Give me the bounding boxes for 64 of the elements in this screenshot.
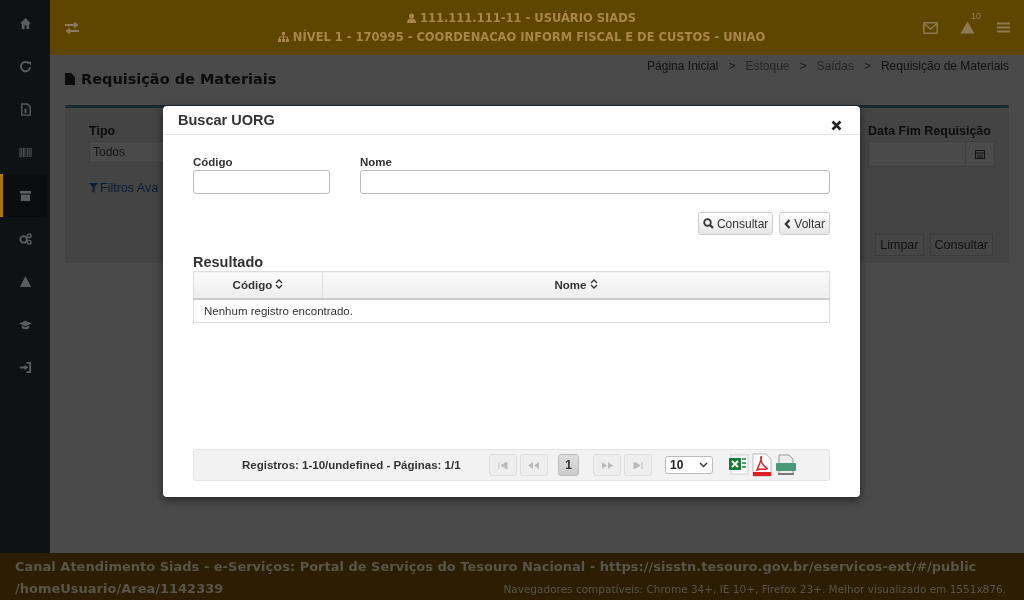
archive-icon [18,189,32,202]
gears-icon [18,232,32,245]
warning-icon [18,275,32,288]
column-header[interactable]: Código [193,271,323,299]
empty-message: Nenhum registro encontrado. [193,299,830,323]
date-field[interactable] [868,141,995,167]
spreadsheet-export-icon[interactable] [729,454,749,476]
column-header[interactable]: Nome [322,271,830,299]
breadcrumb-link[interactable]: Requisição de Materiais [880,59,1009,105]
section-title: Resultado [193,254,265,270]
dialog-title: Buscar UORG [178,112,275,128]
swap-icon[interactable] [64,21,80,34]
double-left-arrow-icon [528,461,540,469]
breadcrumb-separator: > [863,59,871,75]
field-label: Nome [360,156,393,168]
previous-page-button[interactable] [520,454,548,476]
back-button[interactable]: Voltar [779,212,830,235]
first-page-button[interactable] [489,454,517,476]
input-field[interactable] [193,170,330,194]
field-label: Data Fim Requisição [868,124,992,138]
pagination-summary: Registros: 1-10/undefined - Páginas: 1/1 [242,459,462,471]
breadcrumb-separator: > [728,59,736,75]
breadcrumb-separator: > [799,59,807,75]
home-icon [18,17,32,30]
footer-text: /homeUsuario/Area/1142339 [15,580,224,598]
page-button[interactable]: 1 [558,454,579,476]
double-right-arrow-icon [601,461,613,469]
user-name: 111.111.111-11 - USUÁRIO SIADS [420,11,636,25]
barcode-icon [18,146,32,159]
footer-text: Canal Atendimento Siads - e-Serviços: Portal de Serviços do Tesouro Nacional - https://sisstn.tesouro.gov.br/eservicos-ext/#/public [15,558,978,576]
document-icon [65,73,75,85]
search-icon [702,218,714,229]
breadcrumb-link[interactable]: Página Inicial [647,59,719,105]
alert-count: 10 [971,11,981,21]
filter-icon [89,183,98,193]
file-icon [18,103,32,116]
page-title: Requisição de Materiais [81,71,277,87]
signin-icon [18,361,32,374]
sidebar-item[interactable] [0,174,47,217]
cap-icon [18,318,32,331]
input-field[interactable] [360,170,830,194]
next-page-button[interactable] [593,454,621,476]
first-page-icon [498,461,508,469]
warning-icon[interactable] [960,21,975,34]
sort-icon [589,279,598,289]
caret-icon [699,462,708,468]
csv-export-icon[interactable] [775,454,797,476]
menu-icon[interactable] [997,22,1010,33]
chevron-left-icon [784,218,792,229]
refresh-icon [18,60,32,73]
last-page-icon [633,461,643,469]
sort-icon [275,279,284,289]
field-label: Tipo [89,124,117,138]
mail-icon[interactable] [923,21,938,34]
sitemap-icon [277,32,289,42]
close-icon[interactable] [831,119,842,131]
browser-compatibility-note: Navegadores compatíveis: Chrome 34+, IE 10+, Firefox 23+. Melhor visualizado em 1551x876. [503,583,1006,595]
user-icon [407,13,416,23]
search-button[interactable]: Consultar [697,212,774,235]
last-page-button[interactable] [624,454,652,476]
pdf-export-icon[interactable] [752,453,772,477]
advanced-filters-link[interactable]: Filtros Ava [100,181,159,195]
page-size-select[interactable]: 10 [665,456,713,474]
organization-level: NÍVEL 1 - 170995 - COORDENACAO INFORM FISCAL E DE CUSTOS - UNIAO [292,30,766,44]
